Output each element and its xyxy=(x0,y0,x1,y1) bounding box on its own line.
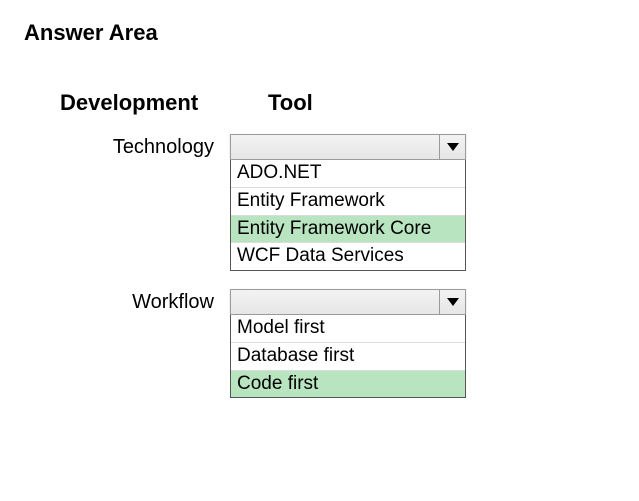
dropdown-workflow-button[interactable] xyxy=(439,290,465,314)
dropdown-workflow-header[interactable] xyxy=(230,289,466,315)
row-workflow: Workflow Model first Database first Code… xyxy=(24,289,615,398)
dropdown-technology-button[interactable] xyxy=(439,135,465,159)
dropdown-workflow[interactable]: Model first Database first Code first xyxy=(230,289,466,398)
dropdown-technology-option[interactable]: ADO.NET xyxy=(231,160,465,188)
dropdown-technology[interactable]: ADO.NET Entity Framework Entity Framewor… xyxy=(230,134,466,271)
header-development: Development xyxy=(60,90,260,116)
page-title: Answer Area xyxy=(24,20,615,46)
dropdown-technology-header[interactable] xyxy=(230,134,466,160)
header-tool: Tool xyxy=(268,90,313,116)
dropdown-technology-option[interactable]: Entity Framework xyxy=(231,188,465,216)
dropdown-workflow-value xyxy=(231,290,439,314)
dropdown-workflow-option[interactable]: Database first xyxy=(231,343,465,371)
label-workflow: Workflow xyxy=(24,289,230,314)
dropdown-technology-option[interactable]: Entity Framework Core xyxy=(231,216,465,244)
dropdown-workflow-option[interactable]: Code first xyxy=(231,371,465,398)
chevron-down-icon xyxy=(447,143,459,151)
row-technology: Technology ADO.NET Entity Framework Enti… xyxy=(24,134,615,271)
label-technology: Technology xyxy=(24,134,230,159)
dropdown-technology-list: ADO.NET Entity Framework Entity Framewor… xyxy=(230,160,466,271)
column-headers: Development Tool xyxy=(60,90,615,116)
dropdown-workflow-list: Model first Database first Code first xyxy=(230,315,466,398)
chevron-down-icon xyxy=(447,298,459,306)
dropdown-technology-value xyxy=(231,135,439,159)
dropdown-workflow-option[interactable]: Model first xyxy=(231,315,465,343)
dropdown-technology-option[interactable]: WCF Data Services xyxy=(231,243,465,270)
